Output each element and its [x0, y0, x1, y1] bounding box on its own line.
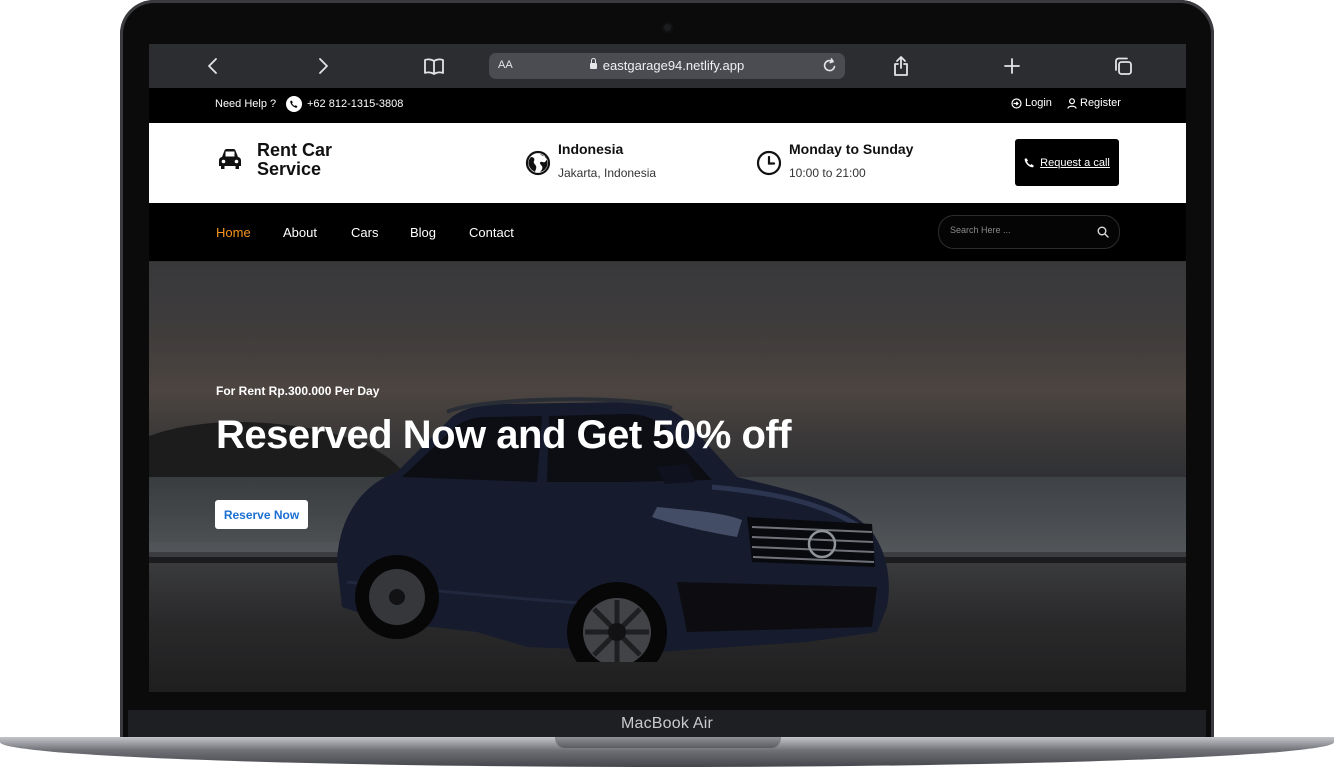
- search-icon[interactable]: [1097, 225, 1109, 243]
- hero-overlay: [149, 262, 1186, 692]
- nav-blog[interactable]: Blog: [410, 225, 436, 240]
- user-icon: [1067, 97, 1077, 109]
- login-icon: [1011, 97, 1022, 109]
- request-call-label: Request a call: [1040, 156, 1110, 169]
- browser-toolbar: AA eastgarage94.netlify.app: [149, 44, 1186, 88]
- phone-icon: [286, 96, 302, 112]
- new-tab-icon[interactable]: [999, 53, 1025, 79]
- nav-about[interactable]: About: [283, 225, 317, 240]
- laptop-notch: [555, 737, 781, 748]
- register-link[interactable]: Register: [1067, 97, 1121, 109]
- location-subtitle: Jakarta, Indonesia: [558, 166, 657, 180]
- need-help-text: Need Help ?: [215, 98, 277, 110]
- lock-icon: [589, 58, 597, 69]
- info-header: Rent Car Service Indonesia Jakarta, Indo…: [149, 123, 1186, 203]
- tabs-icon[interactable]: [1110, 53, 1136, 79]
- hero-title: Reserved Now and Get 50% off: [216, 413, 792, 457]
- camera: [664, 24, 671, 31]
- brand-name[interactable]: Rent Car Service: [257, 141, 377, 179]
- reserve-now-button[interactable]: Reserve Now: [215, 500, 308, 529]
- top-bar: Need Help ? +62 812-1315-3808 Login Regi…: [149, 88, 1186, 123]
- hero-banner: For Rent Rp.300.000 Per Day Reserved Now…: [149, 262, 1186, 692]
- address-bar[interactable]: AA eastgarage94.netlify.app: [489, 53, 845, 79]
- phone-icon: [1024, 158, 1035, 168]
- hours-title: Monday to Sunday: [789, 141, 914, 157]
- login-link[interactable]: Login: [1011, 97, 1052, 109]
- nav-cars[interactable]: Cars: [351, 225, 378, 240]
- nav-contact[interactable]: Contact: [469, 225, 514, 240]
- hero-price-text: For Rent Rp.300.000 Per Day: [216, 384, 380, 398]
- clock-icon: [756, 150, 782, 181]
- search-input[interactable]: [948, 224, 1092, 236]
- url-label: eastgarage94.netlify.app: [602, 58, 745, 73]
- device-label: MacBook Air: [620, 715, 713, 732]
- request-call-button[interactable]: Request a call: [1015, 139, 1119, 186]
- reload-icon[interactable]: [823, 58, 837, 78]
- screen: AA eastgarage94.netlify.app Need Help ? …: [149, 44, 1186, 692]
- url-text[interactable]: eastgarage94.netlify.app: [489, 58, 845, 73]
- car-icon: [217, 147, 243, 176]
- globe-icon: [525, 150, 551, 181]
- hours-subtitle: 10:00 to 21:00: [789, 166, 866, 180]
- search-box: [938, 215, 1120, 249]
- nav-home[interactable]: Home: [216, 225, 251, 240]
- login-label: Login: [1025, 97, 1052, 109]
- bookmarks-icon[interactable]: [421, 53, 447, 79]
- back-icon[interactable]: [201, 53, 225, 79]
- location-title: Indonesia: [558, 141, 624, 157]
- share-icon[interactable]: [888, 53, 914, 79]
- phone-number[interactable]: +62 812-1315-3808: [307, 98, 403, 110]
- register-label: Register: [1080, 97, 1121, 109]
- main-nav: Home About Cars Blog Contact: [149, 203, 1186, 262]
- forward-icon[interactable]: [311, 53, 335, 79]
